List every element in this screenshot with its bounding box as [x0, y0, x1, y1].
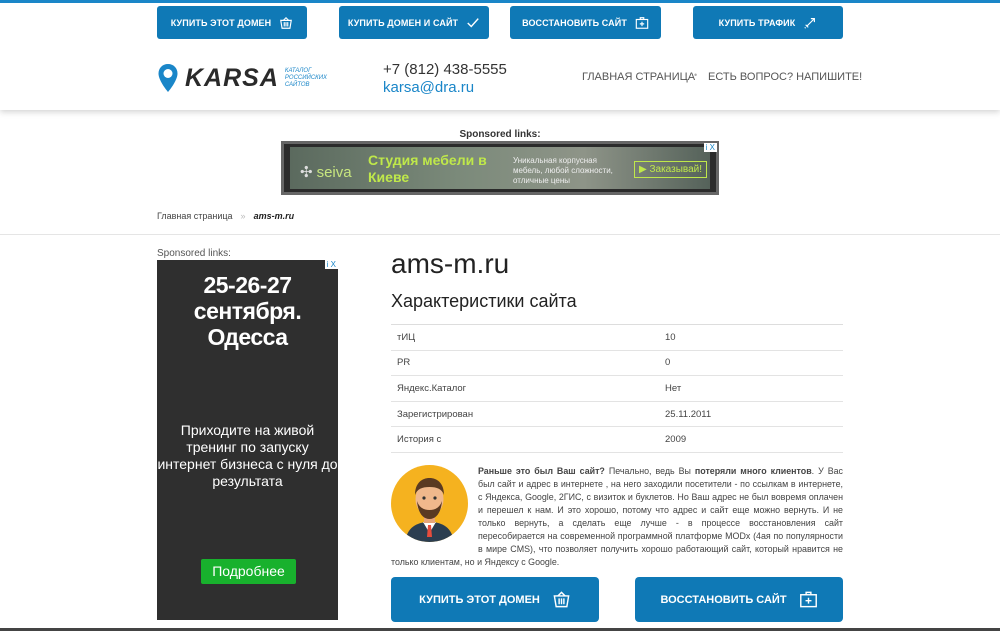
stat-value: 10 [665, 331, 676, 343]
buy-traffic-button[interactable]: КУПИТЬ ТРАФИК [693, 6, 843, 39]
buy-domain-and-site-label: КУПИТЬ ДОМЕН И САЙТ [347, 17, 459, 28]
table-row: PR 0 [391, 351, 843, 377]
medkit-icon [799, 591, 817, 608]
stat-label: Зарегистрирован [397, 408, 474, 420]
top-ad-background: ✣ seiva Студия мебели в Киеве Уникальная … [290, 147, 710, 189]
breadcrumb: Главная страница » ams-m.ru [157, 211, 294, 221]
logo-name: KARSA [185, 63, 279, 92]
table-row: тИЦ 10 [391, 325, 843, 351]
site-header: КУПИТЬ ЭТОТ ДОМЕН КУПИТЬ ДОМЕН И САЙТ ВО… [0, 0, 1000, 110]
top-ad-brand: ✣ seiva [300, 163, 352, 181]
basket-icon [553, 591, 570, 608]
section-title: Характеристики сайта [391, 291, 577, 311]
nav-contact-link[interactable]: ЕСТЬ ВОПРОС? НАПИШИТЕ! [708, 71, 862, 83]
side-ad-description: Приходите на живой тренинг по запуску ин… [157, 422, 338, 489]
story-bold: потеряли много клиентов [694, 466, 812, 476]
top-ad-banner[interactable]: ✣ seiva Студия мебели в Киеве Уникальная … [281, 141, 719, 195]
story-question: Раньше это был Ваш сайт? [478, 466, 605, 476]
buy-domain-bottom-button[interactable]: КУПИТЬ ЭТОТ ДОМЕН [391, 577, 599, 622]
divider [0, 234, 1000, 235]
breadcrumb-home-link[interactable]: Главная страница [157, 211, 233, 221]
table-row: Зарегистрирован 25.11.2011 [391, 402, 843, 428]
side-ad-banner[interactable]: i X 25-26-27 сентября. Одесса Приходите … [157, 260, 338, 620]
restore-site-button[interactable]: ВОССТАНОВИТЬ САЙТ [510, 6, 661, 39]
side-ad-dates: 25-26-27 сентября. Одесса [193, 272, 302, 350]
play-icon: ▶ [639, 164, 647, 175]
site-logo[interactable]: KARSA КАТАЛОГ РОССИЙСКИХ САЙТОВ [157, 63, 335, 93]
top-ad-title: Студия мебели в Киеве [368, 152, 487, 185]
medkit-icon [635, 16, 649, 29]
top-ad-cta-label: Заказывай! [649, 164, 703, 175]
stat-label: Яндекс.Каталог [397, 382, 467, 394]
seiva-logo-icon: ✣ [300, 164, 313, 181]
stat-value: 0 [665, 357, 671, 369]
stat-label: тИЦ [397, 331, 416, 343]
avatar-spacer [391, 465, 478, 547]
nav-home-link[interactable]: ГЛАВНАЯ СТРАНИЦА [582, 71, 695, 83]
restore-site-bottom-button[interactable]: ВОССТАНОВИТЬ САЙТ [635, 577, 843, 622]
stat-value: Нет [665, 382, 682, 394]
top-ad-cta-button[interactable]: ▶ Заказывай! [634, 161, 708, 178]
contact-phone[interactable]: +7 (812) 438-5555 [383, 61, 507, 78]
buy-domain-bottom-label: КУПИТЬ ЭТОТ ДОМЕН [419, 593, 540, 606]
rocket-icon [804, 17, 816, 29]
page-title: ams-m.ru [391, 248, 510, 279]
stat-label: PR [397, 357, 411, 369]
stat-label: История с [397, 434, 442, 446]
adchoice-icon[interactable]: i X [324, 260, 338, 269]
buy-domain-button[interactable]: КУПИТЬ ЭТОТ ДОМЕН [157, 6, 307, 39]
restore-site-bottom-label: ВОССТАНОВИТЬ САЙТ [660, 593, 787, 606]
story-text: Раньше это был Ваш сайт? Печально, ведь … [391, 465, 843, 569]
breadcrumb-separator: » [240, 211, 246, 221]
stat-value: 25.11.2011 [665, 408, 712, 420]
story-text-1: Печально, ведь Вы [604, 466, 695, 476]
basket-icon [280, 16, 293, 29]
table-row: История с 2009 [391, 427, 843, 453]
logo-subtitle: КАТАЛОГ РОССИЙСКИХ САЙТОВ [284, 67, 327, 88]
restore-site-label: ВОССТАНОВИТЬ САЙТ [522, 17, 627, 28]
nav-separator: • [694, 70, 698, 80]
site-stats-table: тИЦ 10 PR 0 Яндекс.Каталог Нет Зарегистриро… [391, 324, 843, 453]
table-row: Яндекс.Каталог Нет [391, 376, 843, 402]
buy-domain-and-site-button[interactable]: КУПИТЬ ДОМЕН И САЙТ [339, 6, 489, 39]
sponsored-label-top: Sponsored links: [459, 129, 541, 140]
side-ad-more-button[interactable]: Подробнее [201, 559, 296, 584]
breadcrumb-current: ams-m.ru [253, 211, 295, 221]
top-ad-brand-text: seiva [316, 164, 352, 181]
buy-domain-label: КУПИТЬ ЭТОТ ДОМЕН [170, 17, 272, 28]
buy-traffic-label: КУПИТЬ ТРАФИК [718, 17, 796, 28]
checkmark-icon [467, 17, 479, 28]
contact-email-link[interactable]: karsa@dra.ru [383, 79, 474, 96]
stat-value: 2009 [665, 434, 687, 446]
header-top-line [0, 0, 1000, 3]
map-pin-icon [158, 64, 178, 92]
top-ad-description: Уникальная корпусная мебель, любой сложн… [513, 156, 613, 185]
sponsored-label-side: Sponsored links: [157, 248, 231, 259]
adchoice-icon[interactable]: i X [703, 143, 717, 152]
